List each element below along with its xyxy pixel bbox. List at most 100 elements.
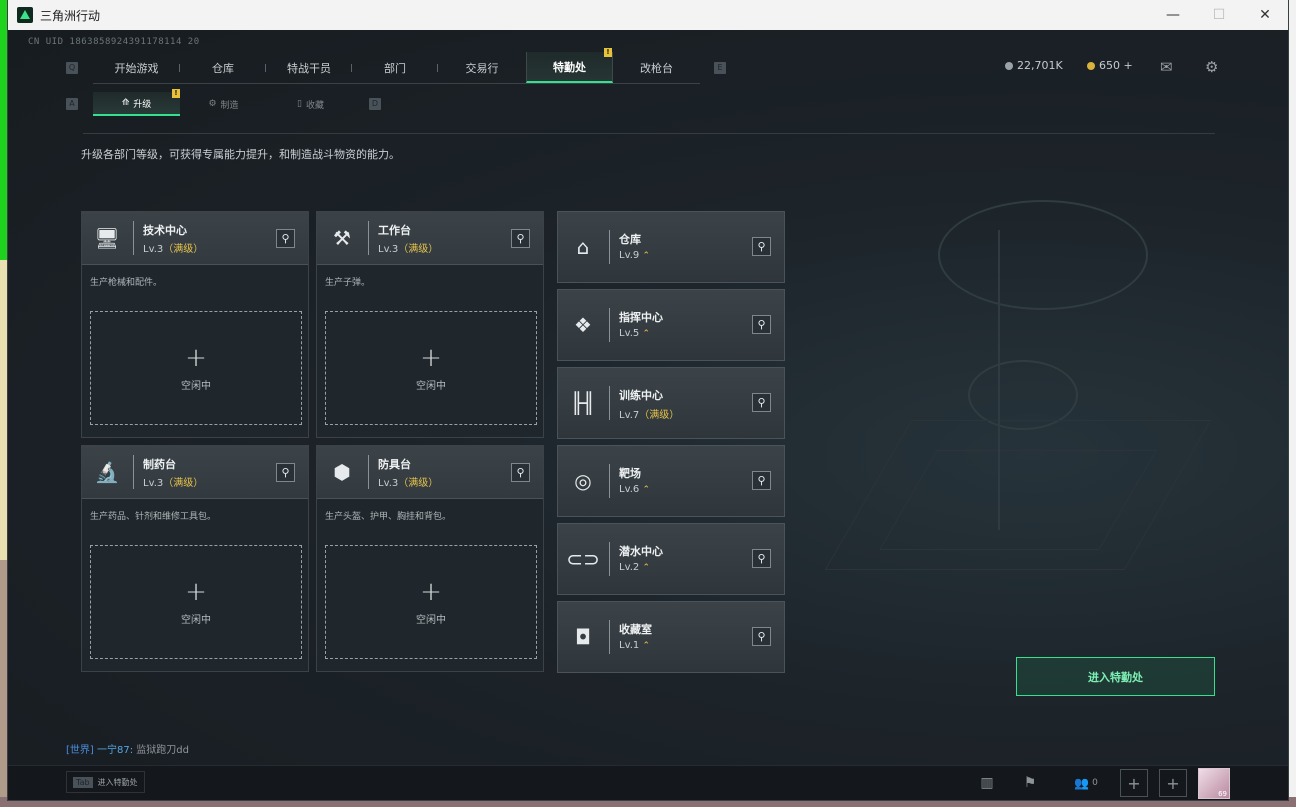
card-level: Lv.3（满级） — [378, 240, 438, 255]
level-value: Lv.6 — [619, 484, 640, 495]
avatar[interactable]: 69 — [1198, 768, 1230, 799]
facility-collection-room[interactable]: ◘ 收藏室 Lv.1 ⌃ ⚲ — [557, 601, 785, 673]
search-button[interactable]: ⚲ — [752, 315, 771, 334]
flag-icon[interactable]: ⚑ — [1015, 769, 1045, 797]
search-button[interactable]: ⚲ — [752, 393, 771, 412]
production-slot[interactable]: + 空闲中 — [325, 545, 537, 659]
level-value: Lv.3 — [143, 478, 164, 489]
command-icon: ❖ — [574, 313, 592, 337]
card-header: ⬢ 防具台 Lv.3（满级） ⚲ — [317, 446, 543, 499]
armor-icon: ⬢ — [333, 460, 351, 484]
currency-premium[interactable]: 650 + — [1087, 59, 1133, 72]
search-icon: ⚲ — [757, 240, 766, 253]
production-card-pharmacy: 🔬 制药台 Lv.3（满级） ⚲ 生产药品、针剂和维修工具包。 + 空闲中 — [81, 445, 309, 672]
tab-department[interactable]: 部门 — [352, 52, 438, 83]
search-icon: ⚲ — [516, 466, 525, 479]
facility-level: Lv.9 ⌃ — [619, 250, 650, 261]
premium-coin-icon — [1087, 61, 1095, 70]
level-value: Lv.3 — [378, 478, 399, 489]
close-button[interactable]: ✕ — [1242, 0, 1288, 30]
game-window: 三角洲行动 — ☐ ✕ CN UID 1863858924391178114 2… — [8, 0, 1288, 800]
stats-icon[interactable]: ▥ — [972, 769, 1002, 797]
add-party-slot-2[interactable]: + — [1159, 769, 1187, 797]
search-button[interactable]: ⚲ — [752, 471, 771, 490]
gear-icon[interactable]: ⚙ — [1205, 58, 1218, 76]
search-button[interactable]: ⚲ — [752, 237, 771, 256]
facility-diving-center[interactable]: ⊂⊃ 潜水中心 Lv.2 ⌃ ⚲ — [557, 523, 785, 595]
card-name: 技术中心 — [143, 224, 187, 237]
upgrade-arrow-icon: ⌃ — [642, 251, 650, 261]
maxed-label: （满级） — [163, 244, 204, 255]
notification-badge: ! — [604, 48, 612, 57]
search-button[interactable]: ⚲ — [276, 229, 295, 248]
subtab-craft[interactable]: ⚙ 制造 — [180, 92, 267, 116]
chat-channel: [世界] — [66, 745, 94, 756]
tab-start-game[interactable]: 开始游戏 — [93, 52, 180, 83]
currency-coins[interactable]: 22,701K — [1005, 59, 1063, 72]
facility-warehouse[interactable]: ⌂ 仓库 Lv.9 ⌃ ⚲ — [557, 211, 785, 283]
maximize-button[interactable]: ☐ — [1196, 0, 1242, 30]
subtab-label: 制造 — [220, 100, 239, 111]
slot-status: 空闲中 — [181, 614, 211, 626]
upgrade-arrow-icon: ⌃ — [642, 641, 650, 651]
level-value: Lv.5 — [619, 328, 640, 339]
plus-icon: + — [420, 576, 442, 607]
minimize-button[interactable]: — — [1150, 0, 1196, 30]
mail-icon[interactable]: ✉ — [1160, 58, 1173, 76]
search-icon: ⚲ — [516, 232, 525, 245]
maxed-label: （满级） — [163, 478, 204, 489]
tab-warehouse[interactable]: 仓库 — [180, 52, 266, 83]
card-separator — [133, 221, 134, 255]
card-name: 制药台 — [143, 458, 176, 471]
card-separator — [609, 308, 610, 342]
search-button[interactable]: ⚲ — [752, 549, 771, 568]
upgrade-arrow-icon: ⌃ — [642, 563, 650, 573]
chat-message[interactable]: [世界] 一宁87: 监狱跑刀dd — [66, 741, 189, 756]
tab-special-ops[interactable]: 特勤处 ! — [526, 48, 613, 83]
search-button[interactable]: ⚲ — [752, 627, 771, 646]
card-level: Lv.3（满级） — [143, 474, 203, 489]
production-slot[interactable]: + 空闲中 — [90, 545, 302, 659]
tab-gunsmith[interactable]: 改枪台 — [613, 52, 700, 83]
level-value: Lv.2 — [619, 562, 640, 573]
plus-icon: + — [1166, 773, 1180, 793]
production-slot[interactable]: + 空闲中 — [90, 311, 302, 425]
subtab-upgrade[interactable]: ⟰ 升级 ! — [93, 89, 180, 116]
add-party-slot-1[interactable]: + — [1120, 769, 1148, 797]
production-card-tech-center: 🖥 技术中心 Lv.3（满级） ⚲ 生产枪械和配件。 + 空闲中 — [81, 211, 309, 438]
card-description: 生产头盔、护甲、胸挂和背包。 — [325, 512, 452, 522]
card-description: 生产药品、针剂和维修工具包。 — [90, 512, 217, 522]
facility-name: 仓库 — [619, 233, 641, 246]
tab-label: 特战干员 — [287, 61, 331, 75]
search-button[interactable]: ⚲ — [511, 463, 530, 482]
window-controls: — ☐ ✕ — [1150, 0, 1288, 30]
tab-label: 改枪台 — [640, 61, 673, 75]
enter-special-ops-button[interactable]: 进入特勤处 — [1016, 657, 1215, 696]
tab-operators[interactable]: 特战干员 — [266, 52, 352, 83]
search-button[interactable]: ⚲ — [276, 463, 295, 482]
nav-right-key-hint: E — [714, 62, 726, 74]
search-icon: ⚲ — [757, 318, 766, 331]
maxed-label: （满级） — [639, 410, 680, 421]
header-divider — [83, 133, 1215, 134]
slot-status: 空闲中 — [416, 614, 446, 626]
card-description: 生产子弹。 — [325, 278, 371, 288]
facility-training-center[interactable]: ╟╢ 训练中心 Lv.7（满级） ⚲ — [557, 367, 785, 439]
page-description: 升级各部门等级，可获得专属能力提升，和制造战斗物资的能力。 — [81, 148, 400, 161]
card-separator — [133, 455, 134, 489]
production-slot[interactable]: + 空闲中 — [325, 311, 537, 425]
tab-trading[interactable]: 交易行 — [438, 52, 526, 83]
facility-level: Lv.6 ⌃ — [619, 484, 650, 495]
friends-icon: 👥 — [1074, 776, 1090, 790]
facility-command-center[interactable]: ❖ 指挥中心 Lv.5 ⌃ ⚲ — [557, 289, 785, 361]
friends-button[interactable]: 👥 0 — [1068, 769, 1104, 797]
facility-level: Lv.7（满级） — [619, 406, 679, 421]
subnav-left-key-hint: A — [66, 98, 78, 110]
subtab-collection[interactable]: ▯ 收藏 — [267, 92, 354, 116]
facility-shooting-range[interactable]: ◎ 靶场 Lv.6 ⌃ ⚲ — [557, 445, 785, 517]
card-separator — [368, 221, 369, 255]
facility-name: 靶场 — [619, 467, 641, 480]
search-button[interactable]: ⚲ — [511, 229, 530, 248]
tab-shortcut[interactable]: Tab 进入特勤处 — [66, 771, 145, 793]
level-value: Lv.3 — [143, 244, 164, 255]
